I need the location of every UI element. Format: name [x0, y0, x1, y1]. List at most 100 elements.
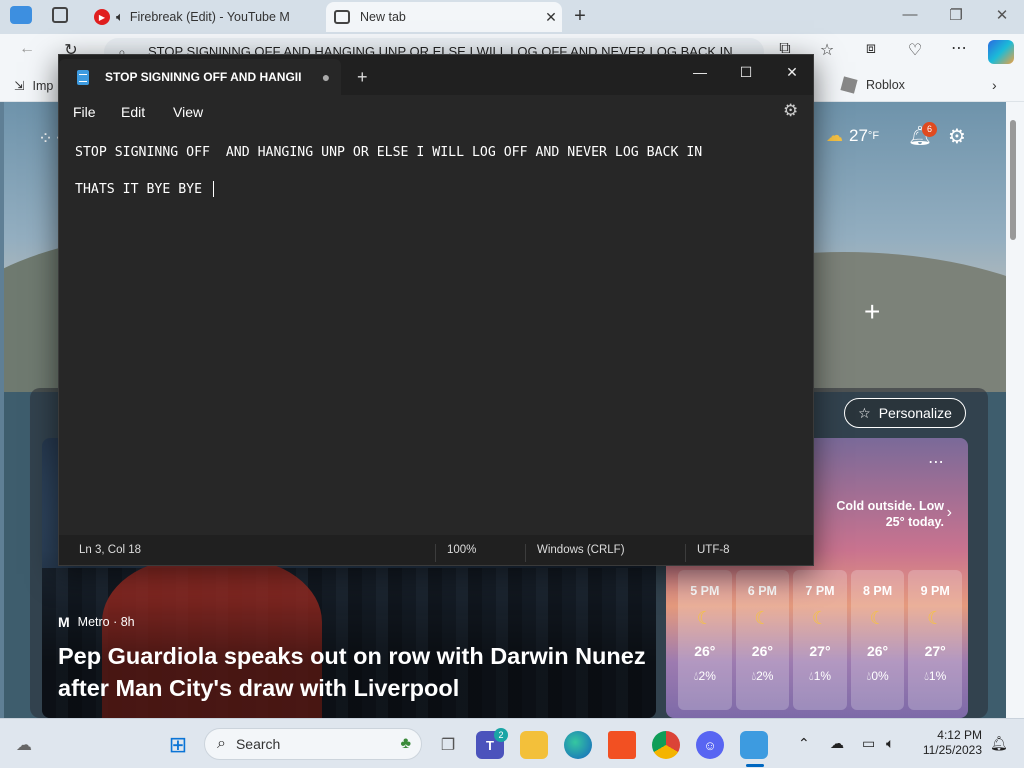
favorite-star-icon[interactable]: ☆ [814, 40, 840, 60]
forecast-hour: 8 PM ☾ 26° 💧︎0% [850, 570, 905, 710]
tab-actions-icon[interactable] [52, 7, 68, 23]
forecast-temp: 26° [866, 643, 889, 659]
workspaces-icon[interactable] [10, 6, 32, 24]
edge-icon[interactable] [564, 731, 592, 759]
minimize-icon[interactable]: — [890, 6, 930, 23]
notepad-minimize-icon[interactable]: — [677, 59, 723, 85]
teams-badge: 2 [494, 728, 508, 742]
status-divider [525, 544, 526, 562]
forecast-hour: 9 PM ☾ 27° 💧︎1% [908, 570, 962, 710]
favorite-roblox[interactable]: Roblox [840, 76, 905, 94]
text-line-1: STOP SIGNINNG OFF AND HANGING UNP OR ELS… [75, 145, 703, 160]
taskbar: ☁ ⊞ ⌕ Search ♣ ❐ T 2 ☺ ⌃ ☁ ▭ 🔈︎ 4:12 PM … [0, 718, 1024, 768]
store-icon[interactable] [608, 731, 636, 759]
back-icon[interactable]: ← [14, 40, 40, 58]
notification-badge: 6 [922, 122, 937, 137]
new-tab-button[interactable]: + [568, 5, 592, 28]
notepad-new-tab-button[interactable]: + [357, 67, 368, 88]
close-window-icon[interactable]: ✕ [982, 6, 1022, 24]
unsaved-dot-icon[interactable]: ● [311, 69, 341, 85]
forecast-temp: 26° [694, 643, 716, 659]
notification-center-icon[interactable]: 🔔︎ [990, 735, 1008, 752]
notepad-maximize-icon[interactable]: ☐ [723, 59, 769, 85]
news-source-label: Metro · 8h [77, 615, 135, 629]
notepad-statusbar: Ln 3, Col 18 100% Windows (CRLF) UTF-8 [59, 535, 813, 565]
text-caret [212, 181, 214, 197]
collections-icon[interactable]: ⧈ [858, 40, 884, 58]
notepad-titlebar[interactable]: STOP SIGNINNG OFF AND HANGII ● + — ☐ ✕ [59, 55, 813, 95]
partly-cloudy-night-icon: ☾ [811, 608, 829, 628]
tray-chevron-icon[interactable]: ⌃ [798, 735, 810, 752]
text-line-3-content: THATS IT BYE BYE [75, 182, 210, 197]
active-app-indicator [746, 764, 764, 767]
tab-new-tab[interactable]: New tab ✕ [326, 2, 562, 32]
forecast-temp: 27° [809, 643, 831, 659]
scrollbar-thumb[interactable] [1010, 120, 1016, 240]
search-label: Search [235, 736, 281, 752]
cursor-position: Ln 3, Col 18 [79, 544, 142, 556]
widgets-weather-icon[interactable]: ☁ [10, 731, 38, 759]
partly-cloudy-night-icon: ☾ [869, 608, 886, 628]
notepad-icon[interactable] [740, 731, 768, 759]
partly-cloudy-night-icon: ☾ [754, 608, 771, 628]
notepad-close-icon[interactable]: ✕ [769, 59, 815, 85]
add-shortcut-icon[interactable]: + [864, 296, 880, 328]
clock-time: 4:12 PM [937, 728, 982, 742]
taskbar-clock[interactable]: 4:12 PM 11/25/2023 [916, 728, 982, 758]
precip-value: 2% [756, 669, 774, 683]
copilot-icon[interactable] [988, 40, 1014, 64]
forecast-time: 8 PM [862, 584, 893, 598]
menu-view[interactable]: View [173, 104, 203, 120]
network-icon[interactable]: ▭ [862, 735, 875, 752]
notepad-settings-icon[interactable]: ⚙ [783, 101, 798, 121]
notepad-tab[interactable]: STOP SIGNINNG OFF AND HANGII ● [59, 59, 341, 95]
notepad-text-area[interactable]: STOP SIGNINNG OFF AND HANGING UNP OR ELS… [59, 129, 813, 535]
status-divider [435, 544, 436, 562]
clock-date: 11/25/2023 [922, 743, 982, 757]
precip-value: 1% [928, 669, 947, 683]
notepad-tab-title: STOP SIGNINNG OFF AND HANGII [105, 70, 302, 84]
forecast-hour: 7 PM ☾ 27° 💧︎1% [793, 570, 847, 710]
menu-edit[interactable]: Edit [121, 104, 145, 120]
forecast-time: 5 PM [690, 584, 720, 598]
tab-youtube[interactable]: ▶ 🔈︎ Firebreak (Edit) - YouTube M [88, 2, 322, 32]
onedrive-icon[interactable]: ☁ [830, 735, 844, 752]
personalize-button[interactable]: ☆ Personalize [844, 398, 966, 428]
forecast-precip: 💧︎1% [924, 669, 947, 683]
speaker-icon[interactable]: 🔈︎ [116, 9, 124, 25]
windows-logo[interactable]: ⊞ [164, 731, 192, 759]
favorite-label: Roblox [866, 78, 905, 92]
weather-widget[interactable]: ☁ 27 °F [826, 126, 879, 146]
personalize-label: Personalize [878, 405, 952, 421]
precip-value: 1% [813, 669, 832, 683]
more-menu-icon[interactable]: ⋯ [946, 38, 972, 58]
forecast-temp: 27° [924, 643, 946, 659]
close-tab-icon[interactable]: ✕ [540, 9, 562, 26]
weather-more-icon[interactable]: ⋯ [928, 452, 944, 472]
weather-chevron-icon[interactable]: › [947, 504, 952, 522]
restore-icon[interactable]: ❐ [936, 6, 976, 24]
weather-summary: Cold outside. Low 25° today. [836, 499, 944, 529]
partly-cloudy-icon: ☁ [826, 126, 843, 145]
favorite-label: Imp [32, 78, 54, 93]
taskbar-search[interactable]: ⌕ Search ♣ [204, 728, 422, 760]
task-view-icon[interactable]: ❐ [434, 731, 462, 759]
notepad-file-icon [77, 69, 89, 85]
news-headline[interactable]: Pep Guardiola speaks out on row with Dar… [58, 640, 648, 704]
discord-icon[interactable]: ☺ [696, 731, 724, 759]
menu-file[interactable]: File [73, 104, 96, 120]
search-icon: ⌕ [217, 735, 226, 752]
forecast-hour: 5 PM ☾ 26° 💧︎2% [678, 570, 732, 710]
favorites-chevron-icon[interactable]: › [992, 77, 997, 93]
file-explorer-icon[interactable] [520, 731, 548, 759]
chrome-icon[interactable] [652, 731, 680, 759]
forecast-time: 6 PM [747, 584, 777, 598]
volume-icon[interactable]: 🔈︎ [886, 735, 894, 752]
browser-tabstrip: ▶ 🔈︎ Firebreak (Edit) - YouTube M New ta… [0, 0, 1024, 34]
forecast-precip: 💧︎2% [751, 669, 774, 683]
page-settings-icon[interactable]: ⚙ [948, 124, 966, 149]
text-line-3: THATS IT BYE BYE [75, 181, 214, 197]
tab-title: Firebreak (Edit) - YouTube M [129, 10, 290, 24]
favorite-imp[interactable]: ⇲ Imp [14, 78, 54, 94]
performance-icon[interactable]: ♡ [902, 40, 928, 60]
